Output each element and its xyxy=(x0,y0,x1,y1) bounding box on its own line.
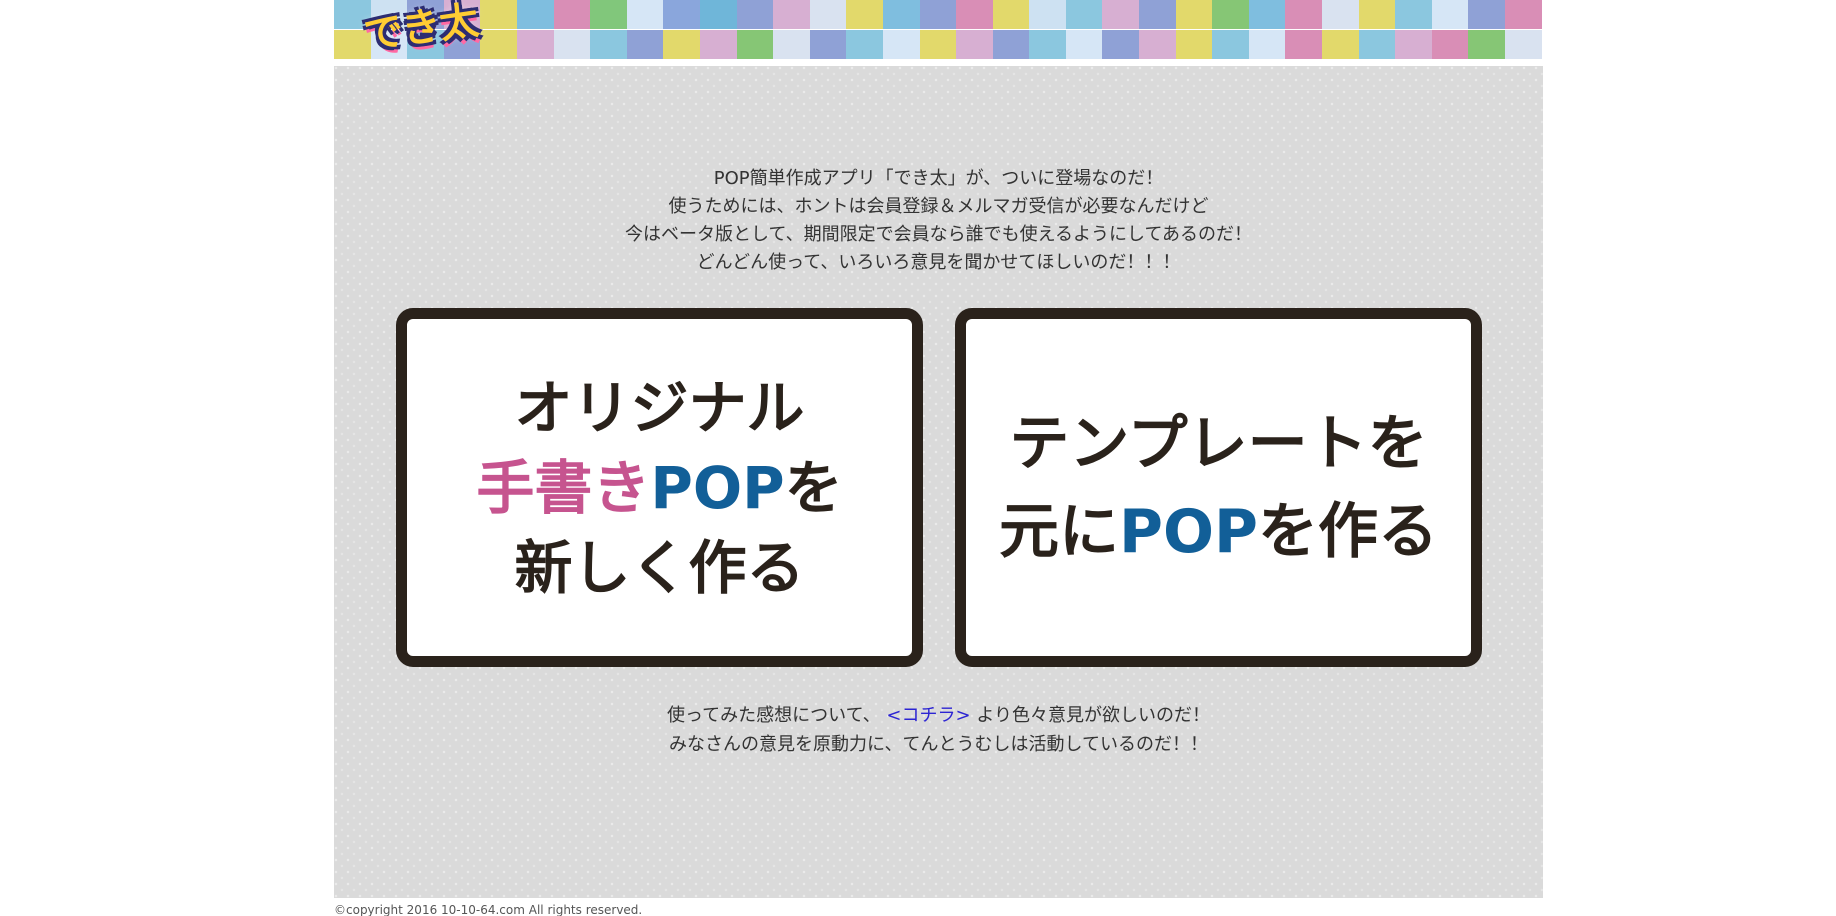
checker-cell-top-23 xyxy=(1175,0,1213,29)
checker-cell-top-26 xyxy=(1285,0,1323,29)
checker-cell-top-13 xyxy=(809,0,847,29)
checker-cell-top-28 xyxy=(1358,0,1396,29)
checker-cell-top-18 xyxy=(992,0,1030,29)
checker-cell-bottom-31 xyxy=(1468,30,1505,59)
checker-cell-bottom-19 xyxy=(1029,30,1066,59)
checker-cell-bottom-5 xyxy=(516,30,554,59)
checker-cell-bottom-23 xyxy=(1175,30,1213,59)
checker-cell-bottom-32 xyxy=(1505,30,1542,59)
feedback-line-1: 使ってみた感想について、 <コチラ> より色々意見が欲しいのだ！ xyxy=(334,701,1543,730)
checker-cell-top-30 xyxy=(1431,0,1469,29)
checker-cell-bottom-28 xyxy=(1358,30,1396,59)
main-content: POP簡単作成アプリ「でき太」が、ついに登場なのだ！ 使うためには、ホントは会員… xyxy=(334,66,1543,898)
checker-cell-bottom-21 xyxy=(1102,30,1140,59)
logo: でき太 xyxy=(361,0,481,59)
checker-cell-top-5 xyxy=(516,0,554,29)
checker-row-bottom xyxy=(334,30,1543,59)
checker-cell-top-7 xyxy=(590,0,627,29)
checker-cell-bottom-9 xyxy=(663,30,700,59)
checker-cell-bottom-26 xyxy=(1285,30,1323,59)
checker-row-top xyxy=(334,0,1543,29)
checker-cell-bottom-8 xyxy=(626,30,664,59)
template-line-start: 元に xyxy=(999,496,1120,567)
checker-cell-bottom-30 xyxy=(1431,30,1469,59)
checker-cell-top-20 xyxy=(1065,0,1103,29)
checker-cell-top-9 xyxy=(663,0,700,29)
create-original-handwritten-pop-button[interactable]: オリジナル 手書きPOPを 新しく作る xyxy=(396,308,923,667)
checker-cell-bottom-6 xyxy=(553,30,591,59)
header-banner: でき太 xyxy=(334,0,1543,60)
checker-cell-bottom-29 xyxy=(1395,30,1432,59)
checker-cell-bottom-24 xyxy=(1212,30,1249,59)
template-line-end: を作る xyxy=(1257,496,1438,567)
checker-cell-top-6 xyxy=(553,0,591,29)
intro-line-3: 今はベータ版として、期間限定で会員なら誰でも使えるようにしてあるのだ！ xyxy=(625,224,1252,245)
checker-cell-bottom-12 xyxy=(773,30,810,59)
feedback-text: 使ってみた感想について、 <コチラ> より色々意見が欲しいのだ！ みなさんの意見… xyxy=(334,701,1543,759)
original-card-line-1: オリジナル xyxy=(514,373,805,442)
feedback-after-link: より色々意見が欲しいのだ！ xyxy=(976,705,1210,726)
checker-cell-bottom-13 xyxy=(809,30,847,59)
feedback-line-2: みなさんの意見を原動力に、てんとうむしは活動しているのだ！！ xyxy=(669,734,1208,755)
checker-cell-top-12 xyxy=(773,0,810,29)
template-card-line-2: 元にPOPを作る xyxy=(999,502,1438,562)
checker-cell-top-14 xyxy=(846,0,883,29)
checker-cell-top-17 xyxy=(956,0,993,29)
footer-copyright: ©copyright 2016 10-10-64.com All rights … xyxy=(334,904,643,916)
intro-text: POP簡単作成アプリ「でき太」が、ついに登場なのだ！ 使うためには、ホントは会員… xyxy=(334,165,1543,277)
checker-cell-bottom-7 xyxy=(590,30,627,59)
template-card-content: テンプレートを 元にPOPを作る xyxy=(966,319,1471,656)
checker-cell-bottom-11 xyxy=(736,30,774,59)
intro-line-1: POP簡単作成アプリ「でき太」が、ついに登場なのだ！ xyxy=(713,168,1164,189)
template-card-line-1: テンプレートを xyxy=(1009,408,1428,479)
checker-cell-top-27 xyxy=(1322,0,1359,29)
page-frame: でき太 POP簡単作成アプリ「でき太」が、ついに登場なのだ！ 使うためには、ホン… xyxy=(334,0,1543,898)
original-card-content: オリジナル 手書きPOPを 新しく作る xyxy=(407,319,912,656)
checker-cell-top-10 xyxy=(699,0,737,29)
checker-cell-top-32 xyxy=(1505,0,1542,29)
checker-cell-top-24 xyxy=(1212,0,1249,29)
particle-wo-original: を xyxy=(784,453,843,522)
original-card-line-3: 新しく作る xyxy=(514,533,805,602)
pop-label-original: POP xyxy=(650,453,785,522)
checker-cell-bottom-25 xyxy=(1248,30,1286,59)
pop-option-cards: オリジナル 手書きPOPを 新しく作る テンプレートを 元にPOPを作る xyxy=(396,308,1482,667)
checker-cell-top-31 xyxy=(1468,0,1505,29)
checker-cell-bottom-16 xyxy=(919,30,957,59)
checker-cell-bottom-17 xyxy=(956,30,993,59)
checker-cell-top-15 xyxy=(882,0,920,29)
checker-cell-top-25 xyxy=(1248,0,1286,29)
checker-cell-top-16 xyxy=(919,0,957,29)
pop-label-template: POP xyxy=(1119,496,1258,567)
create-template-pop-button[interactable]: テンプレートを 元にPOPを作る xyxy=(955,308,1482,667)
feedback-link[interactable]: <コチラ> xyxy=(886,705,970,726)
checker-cell-bottom-15 xyxy=(882,30,920,59)
checker-cell-bottom-18 xyxy=(992,30,1030,59)
feedback-before-link: 使ってみた感想について、 xyxy=(667,705,881,726)
checker-cell-top-8 xyxy=(626,0,664,29)
logo-link[interactable]: でき太 xyxy=(356,0,486,59)
checker-cell-top-22 xyxy=(1139,0,1176,29)
checker-cell-top-19 xyxy=(1029,0,1066,29)
intro-line-2: 使うためには、ホントは会員登録＆メルマガ受信が必要なんだけど xyxy=(668,196,1209,217)
checker-cell-top-21 xyxy=(1102,0,1140,29)
checker-cell-bottom-20 xyxy=(1065,30,1103,59)
app-root: でき太 POP簡単作成アプリ「でき太」が、ついに登場なのだ！ 使うためには、ホン… xyxy=(0,0,1836,916)
checker-cell-bottom-10 xyxy=(699,30,737,59)
checker-cell-top-11 xyxy=(736,0,774,29)
checker-cell-bottom-22 xyxy=(1139,30,1176,59)
handwritten-label: 手書き xyxy=(476,453,651,522)
checker-cell-top-29 xyxy=(1395,0,1432,29)
checker-cell-bottom-27 xyxy=(1322,30,1359,59)
original-card-line-2: 手書きPOPを xyxy=(476,459,842,517)
checker-cell-bottom-14 xyxy=(846,30,883,59)
intro-line-4: どんどん使って、いろいろ意見を聞かせてほしいのだ！！！ xyxy=(696,252,1181,273)
